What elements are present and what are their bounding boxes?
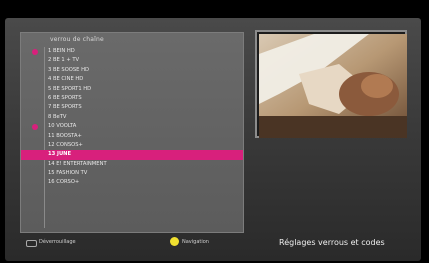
lock-dot-icon: [32, 123, 38, 130]
video-preview-image: [259, 34, 407, 138]
channel-label: 16 CORSO+: [48, 179, 80, 186]
panel-title: verrou de chaîne: [50, 36, 104, 43]
channel-label: 4 BE CINE HD: [48, 76, 84, 83]
channel-list: 1 BEIN HD 2 BE 1 + TV 3 BE SOOSE HD 4 BE CI…: [21, 47, 243, 188]
video-preview: [255, 30, 407, 138]
channel-row[interactable]: 15 FASHION TV: [21, 169, 243, 178]
yellow-key-icon: [170, 237, 179, 246]
blue-key-icon: [26, 240, 37, 247]
blue-key-label: Déverrouillage: [39, 239, 76, 245]
channel-lock-panel: verrou de chaîne 1 BEIN HD 2 BE 1 + TV 3 B…: [20, 32, 244, 233]
channel-label: 13 JUNE: [48, 151, 72, 158]
channel-row[interactable]: 3 BE SOOSE HD: [21, 66, 243, 75]
channel-row[interactable]: 4 BE CINE HD: [21, 75, 243, 84]
yellow-key-label: Navigation: [182, 239, 209, 245]
channel-label: 5 BE SPORT1 HD: [48, 85, 92, 92]
channel-row[interactable]: 16 CORSO+: [21, 178, 243, 187]
channel-row[interactable]: 14 E! ENTERTAINMENT: [21, 160, 243, 169]
footer-bar: Déverrouillage Navigation Réglages verro…: [20, 234, 410, 254]
channel-row[interactable]: 10 VOOLTA: [21, 122, 243, 131]
channel-row[interactable]: 8 BeTV: [21, 113, 243, 122]
channel-row[interactable]: 7 BE SPORTS: [21, 103, 243, 112]
channel-label: 11 BOOSTA+: [48, 132, 82, 139]
channel-label: 3 BE SOOSE HD: [48, 66, 90, 73]
channel-row[interactable]: 12 CONSOS+: [21, 141, 243, 150]
channel-row[interactable]: 13 JUNE: [21, 150, 243, 160]
channel-row[interactable]: 1 BEIN HD: [21, 47, 243, 56]
channel-row[interactable]: 2 BE 1 + TV: [21, 56, 243, 65]
channel-label: 14 E! ENTERTAINMENT: [48, 160, 107, 167]
channel-label: 7 BE SPORTS: [48, 104, 82, 111]
channel-label: 12 CONSOS+: [48, 141, 83, 148]
channel-row[interactable]: 6 BE SPORTS: [21, 94, 243, 103]
channel-row[interactable]: 5 BE SPORT1 HD: [21, 85, 243, 94]
channel-label: 10 VOOLTA: [48, 123, 77, 130]
tv-screen: verrou de chaîne 1 BEIN HD 2 BE 1 + TV 3 B…: [5, 18, 421, 261]
channel-label: 1 BEIN HD: [48, 48, 75, 54]
channel-label: 15 FASHION TV: [48, 170, 88, 177]
channel-label: 6 BE SPORTS: [48, 94, 82, 101]
channel-row[interactable]: 11 BOOSTA+: [21, 132, 243, 141]
channel-label: 2 BE 1 + TV: [48, 57, 80, 64]
screen-title: Réglages verrous et codes: [279, 238, 385, 247]
channel-label: 8 BeTV: [48, 113, 67, 120]
lock-dot-icon: [32, 48, 38, 55]
